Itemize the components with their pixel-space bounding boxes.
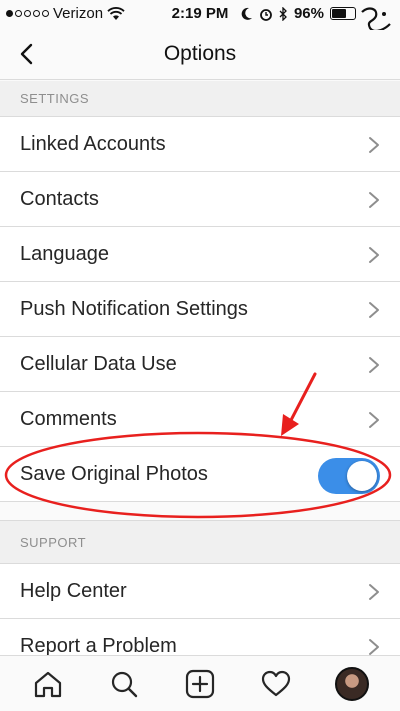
- row-save-original-photos: Save Original Photos: [0, 447, 400, 502]
- heart-icon: [261, 670, 291, 696]
- row-help-center[interactable]: Help Center: [0, 564, 400, 619]
- save-original-photos-toggle[interactable]: [318, 458, 380, 494]
- bluetooth-icon: [279, 6, 287, 21]
- chevron-right-icon: [369, 412, 379, 428]
- nav-bar: Options: [0, 30, 400, 80]
- row-cellular-data-use[interactable]: Cellular Data Use: [0, 337, 400, 392]
- tab-home[interactable]: [26, 662, 70, 706]
- chevron-right-icon: [369, 192, 379, 208]
- row-label: Cellular Data Use: [20, 353, 177, 375]
- row-label: Contacts: [20, 188, 99, 210]
- search-icon: [111, 671, 138, 697]
- battery-icon: [330, 7, 356, 20]
- chevron-right-icon: [369, 639, 379, 655]
- moon-icon: [241, 7, 252, 20]
- chevron-right-icon: [369, 357, 379, 373]
- row-linked-accounts[interactable]: Linked Accounts: [0, 117, 400, 172]
- toggle-knob: [347, 461, 377, 491]
- row-label: Save Original Photos: [20, 463, 208, 485]
- settings-list: Linked Accounts Contacts Language Push N…: [0, 117, 400, 502]
- row-language[interactable]: Language: [0, 227, 400, 282]
- chevron-right-icon: [369, 584, 379, 600]
- row-push-notification-settings[interactable]: Push Notification Settings: [0, 282, 400, 337]
- tab-profile[interactable]: [330, 662, 374, 706]
- tab-add[interactable]: [178, 662, 222, 706]
- chevron-right-icon: [369, 247, 379, 263]
- add-icon: [185, 669, 215, 698]
- chevron-right-icon: [369, 302, 379, 318]
- section-header-support: SUPPORT: [0, 520, 400, 564]
- row-label: Help Center: [20, 580, 127, 602]
- row-label: Linked Accounts: [20, 133, 166, 155]
- section-header-settings: SETTINGS: [0, 81, 400, 117]
- tab-search[interactable]: [102, 662, 146, 706]
- tab-bar: [0, 655, 400, 711]
- tab-activity[interactable]: [254, 662, 298, 706]
- home-icon: [34, 671, 62, 697]
- row-label: Comments: [20, 408, 117, 430]
- status-right: 96%: [241, 5, 356, 22]
- status-bar: Verizon 2:19 PM 96%: [0, 0, 400, 38]
- row-contacts[interactable]: Contacts: [0, 172, 400, 227]
- row-label: Push Notification Settings: [20, 298, 248, 320]
- row-label: Language: [20, 243, 109, 265]
- alarm-icon: [260, 8, 272, 21]
- page-title: Options: [163, 42, 237, 65]
- row-comments[interactable]: Comments: [0, 392, 400, 447]
- profile-avatar: [335, 666, 369, 701]
- battery-percent: 96%: [293, 5, 324, 22]
- chevron-right-icon: [369, 137, 379, 153]
